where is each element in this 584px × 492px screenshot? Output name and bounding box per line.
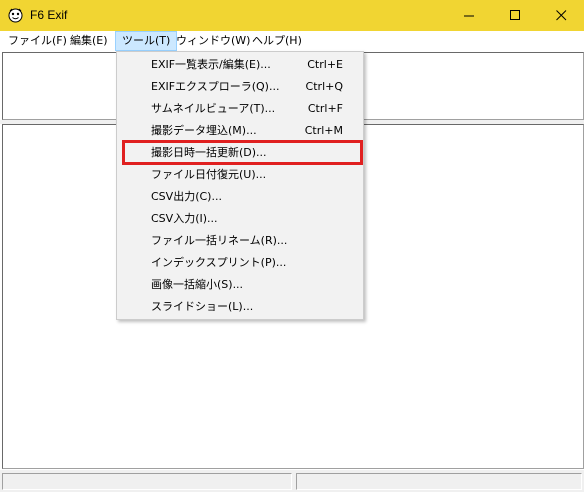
close-icon bbox=[555, 10, 566, 21]
minimize-icon bbox=[463, 15, 474, 17]
menuitem-label: CSV出力(C)... bbox=[151, 190, 222, 203]
menuitem-label: CSV入力(I)... bbox=[151, 212, 218, 225]
menuitem-restore-file-date[interactable]: ファイル日付復元(U)... bbox=[117, 164, 363, 186]
maximize-button[interactable] bbox=[492, 0, 538, 31]
menuitem-exif-list-edit[interactable]: EXIF一覧表示/編集(E)... Ctrl+E bbox=[117, 54, 363, 76]
menuitem-csv-export[interactable]: CSV出力(C)... bbox=[117, 186, 363, 208]
menu-bar: ファイル(F) 編集(E) ツール(T) ウィンドウ(W) ヘルプ(H) bbox=[0, 31, 584, 51]
status-panel-right bbox=[296, 473, 582, 490]
window-title: F6 Exif bbox=[30, 8, 68, 22]
menuitem-batch-rename[interactable]: ファイル一括リネーム(R)... bbox=[117, 230, 363, 252]
title-bar: F6 Exif bbox=[0, 0, 584, 31]
menuitem-label: ファイル一括リネーム(R)... bbox=[151, 234, 288, 247]
close-button[interactable] bbox=[538, 0, 584, 31]
menu-file[interactable]: ファイル(F) bbox=[2, 32, 73, 50]
menuitem-label: 撮影日時一括更新(D)... bbox=[151, 146, 267, 159]
menuitem-label: 撮影データ埋込(M)... bbox=[151, 124, 257, 137]
tools-dropdown-menu: EXIF一覧表示/編集(E)... Ctrl+E EXIFエクスプローラ(Q).… bbox=[116, 51, 364, 320]
menuitem-batch-update-datetime[interactable]: 撮影日時一括更新(D)... bbox=[117, 142, 363, 164]
menuitem-label: 画像一括縮小(S)... bbox=[151, 278, 244, 291]
menuitem-label: インデックスプリント(P)... bbox=[151, 256, 287, 269]
menu-window[interactable]: ウィンドウ(W) bbox=[170, 32, 256, 50]
menuitem-shortcut: Ctrl+E bbox=[307, 58, 343, 71]
menuitem-exif-explorer[interactable]: EXIFエクスプローラ(Q)... Ctrl+Q bbox=[117, 76, 363, 98]
menuitem-label: EXIFエクスプローラ(Q)... bbox=[151, 80, 280, 93]
menu-help[interactable]: ヘルプ(H) bbox=[246, 32, 308, 50]
menuitem-shortcut: Ctrl+F bbox=[307, 102, 343, 115]
menuitem-batch-shrink-images[interactable]: 画像一括縮小(S)... bbox=[117, 274, 363, 296]
menuitem-label: EXIF一覧表示/編集(E)... bbox=[151, 58, 271, 71]
menuitem-slideshow[interactable]: スライドショー(L)... bbox=[117, 296, 363, 318]
menuitem-shortcut: Ctrl+M bbox=[304, 124, 343, 137]
menuitem-embed-shooting-data[interactable]: 撮影データ埋込(M)... Ctrl+M bbox=[117, 120, 363, 142]
menu-tools[interactable]: ツール(T) bbox=[115, 31, 178, 51]
menuitem-shortcut: Ctrl+Q bbox=[305, 80, 343, 93]
menuitem-thumbnail-viewer[interactable]: サムネイルビューア(T)... Ctrl+F bbox=[117, 98, 363, 120]
maximize-icon bbox=[509, 10, 520, 20]
menuitem-label: ファイル日付復元(U)... bbox=[151, 168, 267, 181]
menuitem-index-print[interactable]: インデックスプリント(P)... bbox=[117, 252, 363, 274]
minimize-button[interactable] bbox=[446, 0, 492, 31]
menuitem-label: スライドショー(L)... bbox=[151, 300, 254, 313]
menu-edit[interactable]: 編集(E) bbox=[64, 32, 114, 50]
menuitem-csv-import[interactable]: CSV入力(I)... bbox=[117, 208, 363, 230]
status-panel-left bbox=[2, 473, 292, 490]
status-bar bbox=[0, 470, 584, 492]
f6exif-app-icon bbox=[8, 8, 23, 23]
menuitem-label: サムネイルビューア(T)... bbox=[151, 102, 276, 115]
